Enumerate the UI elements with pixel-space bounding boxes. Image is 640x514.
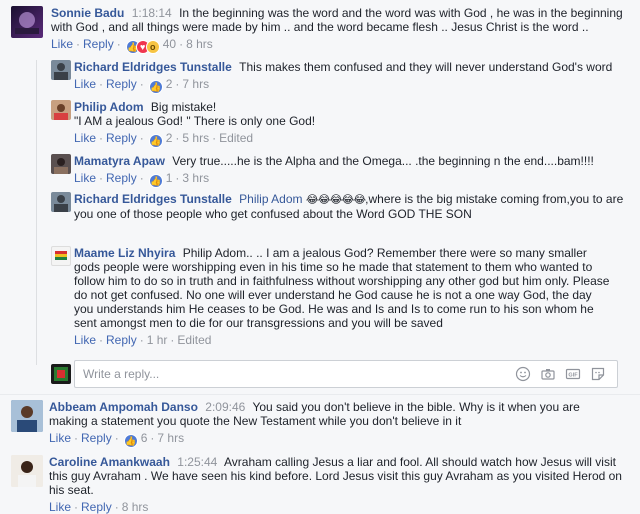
reply-maame-liz-nhyira: Maame Liz Nhyira Philip Adom.. .. I am a…	[51, 246, 631, 354]
reactions[interactable]: 👍	[123, 434, 138, 448]
avatar[interactable]	[51, 100, 71, 120]
reactions[interactable]: 👍	[148, 134, 163, 148]
comment-text: Big mistake!	[150, 100, 217, 114]
video-timestamp[interactable]: 1:18:14	[132, 6, 172, 20]
commenter-name[interactable]: Abbeam Ampomah Danso	[49, 400, 198, 414]
commenter-name[interactable]: Mamatyra Apaw	[74, 154, 165, 168]
reaction-count: 1	[165, 171, 173, 185]
like-reaction-icon: 👍	[148, 80, 163, 94]
avatar[interactable]	[51, 60, 71, 80]
avatar-image-icon	[55, 251, 67, 260]
like-button[interactable]: Like	[74, 171, 96, 185]
edited-label[interactable]: Edited	[177, 333, 211, 347]
reply-button[interactable]: Reply	[81, 500, 112, 514]
comment-text: Very true.....he is the Alpha and the Om…	[172, 154, 594, 168]
reply-button[interactable]: Reply	[106, 77, 137, 91]
comment-age[interactable]: 7 hrs	[182, 77, 209, 91]
reactions[interactable]: 👍	[148, 174, 163, 188]
reply-button[interactable]: Reply	[81, 431, 112, 445]
comment-sonnie-badu: Sonnie Badu 1:18:14 In the beginning was…	[11, 6, 631, 56]
comment-caroline-amankwaah: Caroline Amankwaah 1:25:44 Avraham calli…	[11, 455, 631, 514]
video-timestamp[interactable]: 2:09:46	[205, 400, 245, 414]
reactions[interactable]: 👍	[148, 80, 163, 94]
sticker-icon[interactable]	[590, 366, 606, 382]
comment-age[interactable]: 7 hrs	[157, 431, 184, 445]
like-button[interactable]: Like	[51, 37, 73, 51]
comment-actions: Like · Reply · 1 hr · Edited	[74, 333, 212, 347]
reaction-count: 40	[162, 37, 177, 51]
svg-text:GIF: GIF	[568, 373, 578, 379]
reply-box[interactable]: GIF	[74, 360, 618, 388]
reply-thread-line	[36, 60, 37, 365]
comment-age[interactable]: 8 hrs	[186, 37, 213, 51]
emoji-icon[interactable]	[515, 366, 531, 382]
like-button[interactable]: Like	[49, 500, 71, 514]
commenter-name[interactable]: Philip Adom	[74, 100, 144, 114]
comment-actions: Like · Reply · 👍 6 · 7 hrs	[49, 431, 185, 448]
mention-link[interactable]: Philip Adom	[239, 192, 302, 206]
reply-button[interactable]: Reply	[83, 37, 114, 51]
avatar-image-icon	[11, 400, 43, 432]
comment-age[interactable]: 3 hrs	[182, 171, 209, 185]
gif-icon[interactable]: GIF	[565, 366, 581, 382]
edited-label[interactable]: Edited	[219, 131, 253, 145]
reply-button[interactable]: Reply	[106, 171, 137, 185]
avatar-image-icon	[54, 158, 68, 174]
commenter-name[interactable]: Richard Eldridges Tunstalle	[74, 60, 232, 74]
avatar[interactable]	[11, 6, 43, 38]
comment-actions: Like · Reply · 👍 1 · 3 hrs	[74, 171, 210, 188]
like-button[interactable]: Like	[49, 431, 71, 445]
avatar-image-icon	[54, 104, 68, 120]
commenter-name[interactable]: Richard Eldridges Tunstalle	[74, 192, 232, 206]
like-button[interactable]: Like	[74, 131, 96, 145]
comment-age[interactable]: 5 hrs	[182, 131, 209, 145]
camera-icon[interactable]	[540, 366, 556, 382]
like-reaction-icon: 👍	[148, 134, 163, 148]
avatar-image-icon	[54, 367, 68, 381]
like-reaction-icon: 👍	[148, 174, 163, 188]
reply-mamatyra-apaw: Mamatyra Apaw Very true.....he is the Al…	[51, 154, 631, 188]
commenter-name[interactable]: Caroline Amankwaah	[49, 455, 170, 469]
comment-text-line-2: "I AM a jealous God! " There is only one…	[74, 114, 316, 128]
avatar-image-icon	[54, 63, 68, 80]
comment-actions: Like · Reply · 👍 ♥ o 40 · 8 hrs	[51, 37, 213, 54]
reply-avatar	[51, 364, 71, 384]
comment-actions: Like · Reply · 👍 2 · 5 hrs · Edited	[74, 131, 254, 148]
wow-reaction-icon: o	[145, 40, 160, 54]
avatar[interactable]	[11, 455, 43, 487]
comment-actions: Like · Reply · 👍 2 · 7 hrs	[74, 77, 210, 94]
comment-age[interactable]: 1 hr	[147, 333, 168, 347]
avatar-image-icon	[15, 12, 39, 34]
comment-age[interactable]: 8 hrs	[122, 500, 149, 514]
commenter-name[interactable]: Sonnie Badu	[51, 6, 124, 20]
avatar[interactable]	[11, 400, 43, 432]
reply-richard-1: Richard Eldridges Tunstalle This makes t…	[51, 60, 631, 96]
reply-button[interactable]: Reply	[106, 131, 137, 145]
avatar[interactable]	[51, 246, 71, 266]
reaction-count: 2	[165, 77, 173, 91]
reply-button[interactable]: Reply	[106, 333, 137, 347]
laughing-emoji-icon: 😂😂😂😂😂	[305, 194, 366, 206]
reaction-count: 6	[140, 431, 148, 445]
avatar[interactable]	[51, 192, 71, 212]
like-reaction-icon: 👍	[123, 434, 138, 448]
like-button[interactable]: Like	[74, 333, 96, 347]
reaction-count: 2	[165, 131, 173, 145]
divider	[0, 394, 640, 395]
comment-abbeam-ampomah-danso: Abbeam Ampomah Danso 2:09:46 You said yo…	[11, 400, 631, 448]
avatar[interactable]	[51, 154, 71, 174]
reactions[interactable]: 👍 ♥ o	[125, 40, 160, 54]
avatar-image-icon	[54, 195, 68, 212]
like-button[interactable]: Like	[74, 77, 96, 91]
reply-philip-adom: Philip Adom Big mistake! "I AM a jealous…	[51, 100, 631, 148]
reply-input[interactable]	[81, 366, 505, 382]
commenter-name[interactable]: Maame Liz Nhyira	[74, 246, 175, 260]
reply-richard-2: Richard Eldridges Tunstalle Philip Adom …	[51, 192, 631, 226]
video-timestamp[interactable]: 1:25:44	[177, 455, 217, 469]
avatar-image-icon	[11, 455, 43, 487]
comment-text: This makes them confused and they will n…	[239, 60, 613, 74]
comment-actions: Like · Reply · 8 hrs	[49, 500, 149, 514]
